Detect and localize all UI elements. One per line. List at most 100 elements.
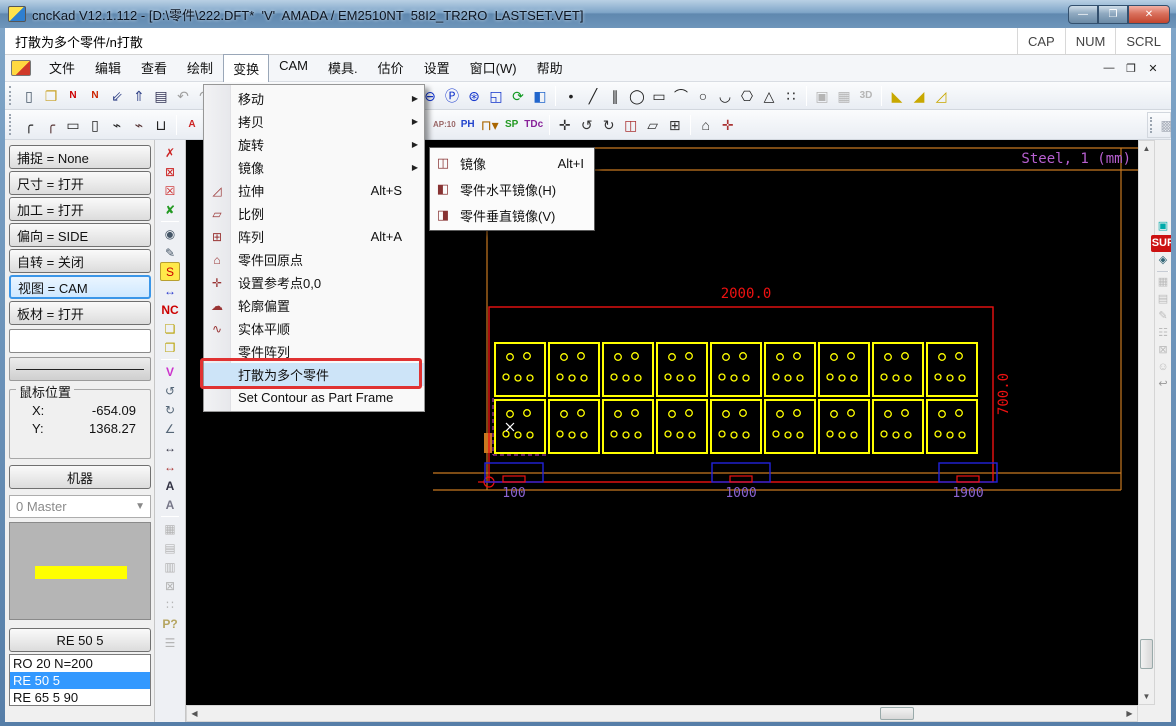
nc-save-icon[interactable]: NC: [160, 300, 180, 319]
draw-line-icon[interactable]: ╱: [582, 85, 604, 106]
part-hole[interactable]: [611, 374, 617, 380]
part-hole[interactable]: [635, 432, 641, 438]
s-flag-icon[interactable]: S: [160, 262, 180, 281]
part-outline[interactable]: [927, 400, 977, 453]
part-hole[interactable]: [623, 432, 629, 438]
menu-item-rotate[interactable]: 旋转 ▶: [204, 133, 424, 156]
minimize-button[interactable]: —: [1068, 5, 1098, 24]
blank-field[interactable]: [9, 329, 151, 353]
menu-item[interactable]: 模具.: [318, 54, 368, 83]
tool-table2-icon[interactable]: ▥: [160, 557, 180, 576]
part-hole[interactable]: [839, 432, 845, 438]
menu-item[interactable]: 变换: [223, 54, 269, 83]
menu-item-contour-offset[interactable]: ☁ 轮廓偏置: [204, 294, 424, 317]
break-entity2-icon[interactable]: ⌁: [128, 114, 150, 135]
menu-item-scale[interactable]: ▱ 比例: [204, 202, 424, 225]
part-outline[interactable]: [549, 343, 599, 396]
part-hole[interactable]: [893, 432, 899, 438]
part-hole[interactable]: [665, 431, 671, 437]
stretch-tool-icon[interactable]: ▱: [642, 114, 664, 135]
fillet-icon[interactable]: ╭: [18, 114, 40, 135]
maximize-button[interactable]: ❐: [1098, 5, 1128, 24]
toggle-view[interactable]: 视图 = CAM: [9, 275, 151, 299]
tool-pick-icon[interactable]: ⊓▾: [479, 114, 501, 135]
menu-item-move[interactable]: 移动 ▶: [204, 87, 424, 110]
part-hole[interactable]: [615, 354, 622, 361]
part-hole[interactable]: [515, 432, 521, 438]
part-hole[interactable]: [561, 411, 568, 418]
part-hole[interactable]: [797, 375, 803, 381]
delete-gray-icon[interactable]: ⊠: [1155, 342, 1171, 359]
notch-rect2-icon[interactable]: ▯: [84, 114, 106, 135]
part-origin-icon[interactable]: ⌂: [695, 114, 717, 135]
part-hole[interactable]: [827, 431, 833, 437]
part-outline[interactable]: [657, 343, 707, 396]
part-hole[interactable]: [939, 354, 946, 361]
open-file-icon[interactable]: ❐: [40, 85, 62, 106]
horizontal-scroll-thumb[interactable]: [880, 707, 914, 720]
undo-icon[interactable]: ↶: [172, 85, 194, 106]
h-dim-icon[interactable]: ↔: [160, 438, 180, 457]
part-hole[interactable]: [686, 353, 693, 360]
part-hole[interactable]: [581, 375, 587, 381]
part-hole[interactable]: [503, 374, 509, 380]
part-hole[interactable]: [794, 410, 801, 417]
microjoint-icon[interactable]: ∷: [160, 595, 180, 614]
toolbar-grip[interactable]: [9, 114, 14, 134]
part-hole[interactable]: [959, 375, 965, 381]
part-hole[interactable]: [785, 375, 791, 381]
submenu-item-mirror-h[interactable]: ◧ 零件水平镜像(H): [430, 176, 594, 202]
part-outline[interactable]: [819, 343, 869, 396]
mdi-minimize-button[interactable]: —: [1101, 62, 1117, 75]
part-hole[interactable]: [740, 353, 747, 360]
part-outline[interactable]: [603, 400, 653, 453]
part-hole[interactable]: [723, 354, 730, 361]
fillet-radius-icon[interactable]: ╭: [40, 114, 62, 135]
part-hole[interactable]: [777, 411, 784, 418]
corner-tool2-icon[interactable]: ◢: [908, 85, 930, 106]
part-hole[interactable]: [905, 432, 911, 438]
vertical-scroll-thumb[interactable]: [1140, 639, 1153, 669]
move-tool-icon[interactable]: ✛: [554, 114, 576, 135]
menu-item[interactable]: 估价: [368, 54, 414, 83]
part-hole[interactable]: [578, 410, 585, 417]
delete-window-icon[interactable]: ⊠: [160, 162, 180, 181]
delete-tool-icon[interactable]: ⊠: [160, 576, 180, 595]
part-outline[interactable]: [603, 343, 653, 396]
part-hole[interactable]: [902, 410, 909, 417]
robot-sim-icon[interactable]: ◈: [1155, 252, 1171, 269]
part-hole[interactable]: [611, 431, 617, 437]
part-hole[interactable]: [773, 374, 779, 380]
part-hole[interactable]: [686, 410, 693, 417]
part-hole[interactable]: [719, 374, 725, 380]
toggle-offset[interactable]: 偏向 = SIDE: [9, 223, 151, 247]
part-hole[interactable]: [731, 375, 737, 381]
back-arrow-icon[interactable]: ↩: [1155, 376, 1171, 393]
part-hole[interactable]: [689, 432, 695, 438]
draw-points-icon[interactable]: ∷: [780, 85, 802, 106]
part-hole[interactable]: [959, 432, 965, 438]
part-hole[interactable]: [557, 374, 563, 380]
copy-geometry2-icon[interactable]: ❐: [160, 338, 180, 357]
scroll-down-arrow[interactable]: ▼: [1139, 689, 1154, 704]
part-hole[interactable]: [777, 354, 784, 361]
menu-item[interactable]: 绘制: [177, 54, 223, 83]
smile-gray-icon[interactable]: ☺: [1155, 359, 1171, 376]
master-select[interactable]: 0 Master▼: [9, 495, 151, 518]
menu-item-set-ref-point[interactable]: ✛ 设置参考点0,0: [204, 271, 424, 294]
sp-icon[interactable]: SP: [501, 114, 523, 135]
scroll-up-arrow[interactable]: ▲: [1139, 141, 1154, 156]
part-hole[interactable]: [524, 353, 531, 360]
part-hole[interactable]: [677, 375, 683, 381]
part-hole[interactable]: [935, 431, 941, 437]
app-menu-icon[interactable]: [11, 60, 31, 76]
menu-item[interactable]: 查看: [131, 54, 177, 83]
notch-rect-icon[interactable]: ▭: [62, 114, 84, 135]
ap10-icon[interactable]: AP:10: [432, 114, 457, 135]
menu-item-entity-smooth[interactable]: ∿ 实体平顺: [204, 317, 424, 340]
rotate-cw-icon[interactable]: ↻: [160, 400, 180, 419]
part-hole[interactable]: [848, 410, 855, 417]
part-hole[interactable]: [507, 354, 514, 361]
menu-item-array[interactable]: ⊞ 阵列 Alt+A: [204, 225, 424, 248]
draw-arc-icon[interactable]: ⌒: [670, 85, 692, 106]
